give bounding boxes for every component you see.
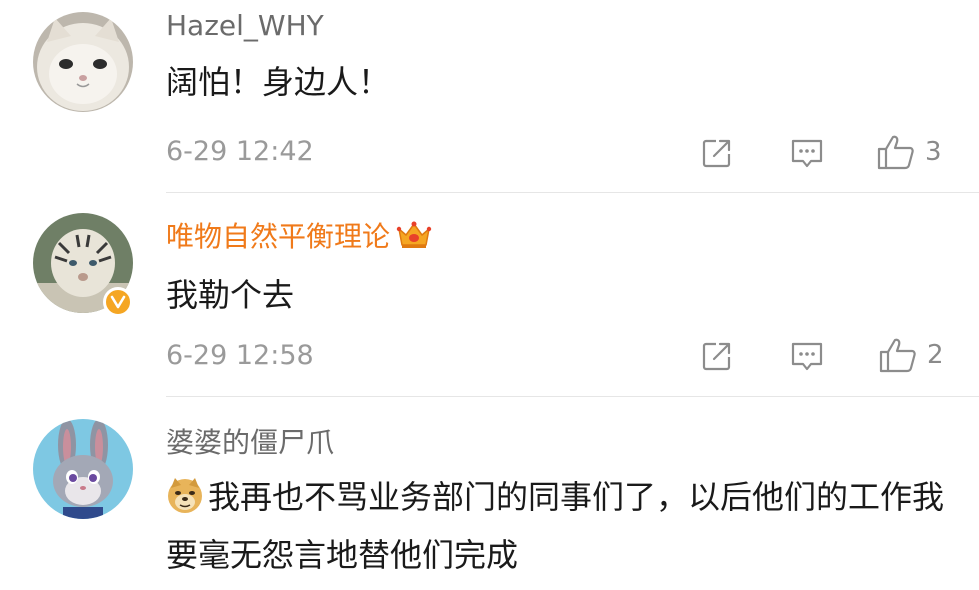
share-icon — [702, 139, 731, 168]
comment-text: 我勒个去 — [166, 276, 295, 314]
comment-item: 婆婆的僵尸爪 我再也不骂业务部门的同事们了，以后他们的工作我要毫无怨言地替他们完… — [0, 397, 979, 590]
reply-button[interactable] — [790, 136, 824, 170]
thumbs-up-icon — [877, 135, 914, 170]
comment-text: 我再也不骂业务部门的同事们了，以后他们的工作我要毫无怨言地替他们完成 — [166, 471, 956, 581]
like-count: 2 — [927, 340, 944, 370]
comment-icon — [791, 139, 823, 168]
reply-button[interactable] — [790, 339, 824, 373]
share-button[interactable] — [700, 136, 734, 170]
doge-emoji-icon — [166, 476, 204, 529]
timestamp: 6-29 12:58 — [166, 340, 314, 371]
comment-item: 唯物自然平衡理论 我勒个去 6-29 12:58 2 — [0, 193, 979, 396]
avatar[interactable] — [33, 12, 133, 112]
like-count: 3 — [925, 137, 942, 167]
username[interactable]: 婆婆的僵尸爪 — [166, 425, 334, 461]
comment-list: Hazel_WHY 阔怕！身边人！ 6-29 12:42 3 唯物自然平衡理论 … — [0, 0, 979, 590]
comment-text-body: 我再也不骂业务部门的同事们了，以后他们的工作我要毫无怨言地替他们完成 — [166, 478, 945, 574]
comment-item: Hazel_WHY 阔怕！身边人！ 6-29 12:42 3 — [0, 0, 979, 192]
username[interactable]: 唯物自然平衡理论 — [166, 219, 432, 259]
verified-badge-icon — [103, 287, 133, 317]
timestamp: 6-29 12:42 — [166, 136, 314, 167]
share-icon — [702, 342, 731, 371]
username-text: 唯物自然平衡理论 — [166, 220, 391, 253]
share-button[interactable] — [700, 339, 734, 373]
avatar[interactable] — [33, 419, 133, 519]
crown-icon — [396, 220, 432, 259]
bunny-avatar-image — [33, 419, 133, 519]
like-button[interactable]: 2 — [879, 337, 944, 373]
comment-icon — [791, 342, 823, 371]
cat-avatar-image — [33, 12, 133, 112]
username[interactable]: Hazel_WHY — [166, 8, 324, 44]
thumbs-up-icon — [879, 338, 916, 373]
comment-text: 阔怕！身边人！ — [166, 63, 391, 101]
like-button[interactable]: 3 — [877, 134, 942, 170]
